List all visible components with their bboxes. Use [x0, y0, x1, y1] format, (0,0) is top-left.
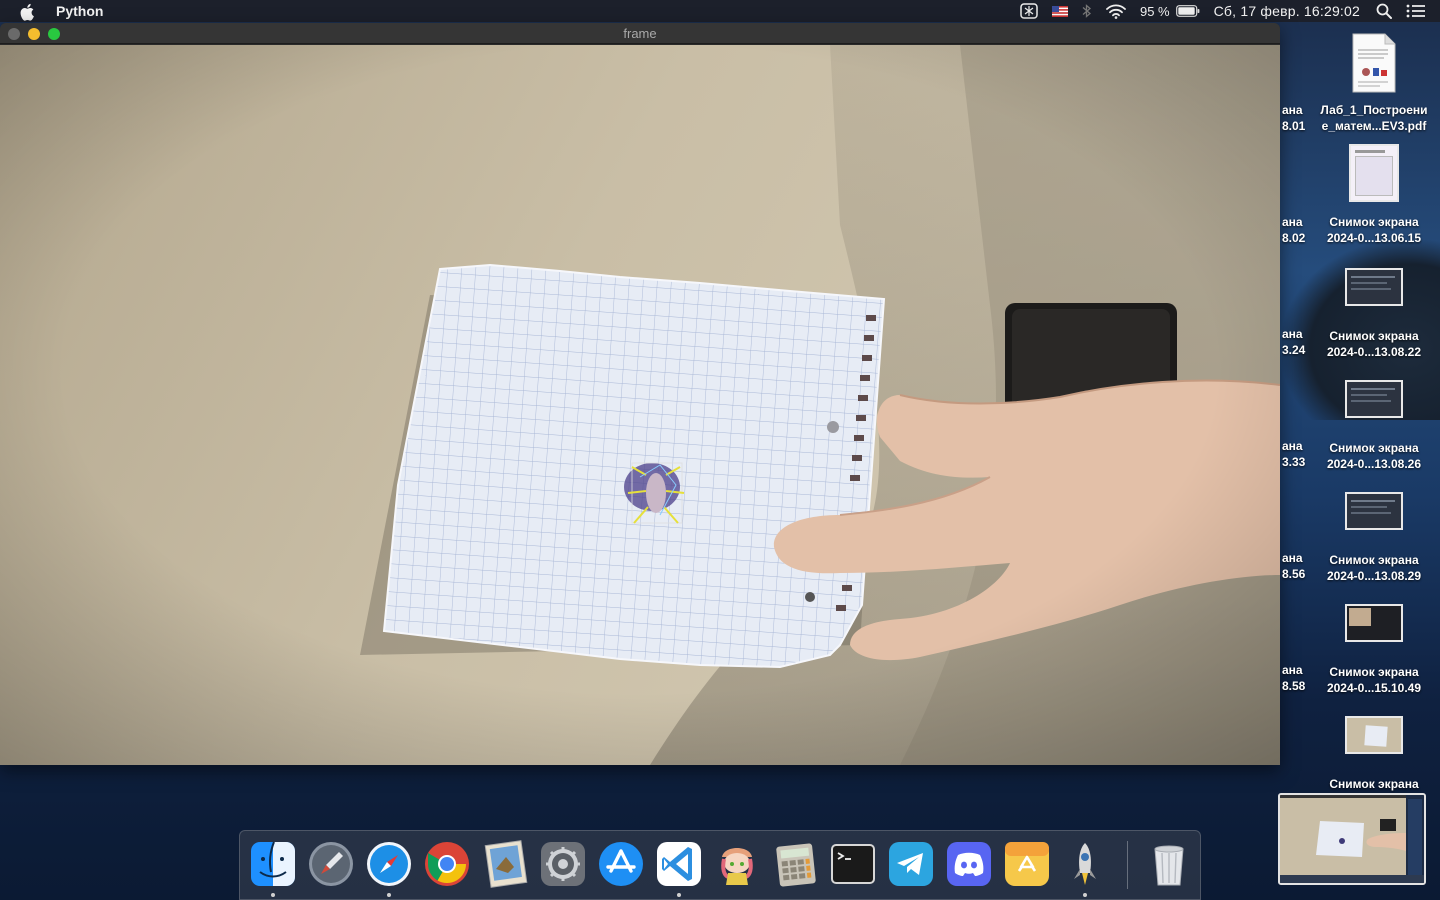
- dock-discord[interactable]: [944, 839, 994, 889]
- battery-percent[interactable]: 95 %: [1140, 4, 1170, 19]
- dock-safari[interactable]: [364, 839, 414, 897]
- dock-recycle-utility[interactable]: [1002, 839, 1052, 889]
- menu-clock[interactable]: Сб, 17 февр. 16:29:02: [1214, 3, 1360, 19]
- dock: [239, 830, 1201, 900]
- running-indicator: [271, 893, 275, 897]
- desktop-file-pdf[interactable]: Лаб_1_Построени е_матем...EV3.pdf: [1311, 32, 1437, 134]
- safari-icon: [367, 842, 411, 886]
- terminal-icon: [831, 844, 875, 884]
- camera-frame: [0, 45, 1280, 765]
- window-controls: [8, 28, 68, 40]
- dock-vscode[interactable]: [654, 839, 704, 897]
- menu-bar: Python 95 % Сб, 17 февр. 16:29:02: [0, 0, 1440, 22]
- spotlight-search-icon[interactable]: [1376, 3, 1392, 19]
- trash-icon: [1154, 845, 1184, 886]
- active-app-name[interactable]: Python: [56, 3, 103, 19]
- desktop-cut-label: ана 8.02: [1282, 215, 1306, 245]
- desktop-file-label: Лаб_1_Построени е_матем...EV3.pdf: [1320, 103, 1428, 133]
- dock-separator: [1127, 841, 1128, 889]
- running-indicator: [387, 893, 391, 897]
- gear-icon: [541, 842, 585, 886]
- dock-trash[interactable]: [1144, 839, 1194, 889]
- close-button[interactable]: [8, 28, 20, 40]
- screen-capture-icon[interactable]: [1020, 3, 1038, 19]
- desktop-file-label: Снимок экрана 2024-0...13.08.26: [1326, 441, 1422, 471]
- preview-app-icon: [484, 840, 528, 888]
- recycle-icon: [1005, 842, 1049, 886]
- minimize-button[interactable]: [28, 28, 40, 40]
- desktop-file-label: Снимок экрана 2024-0...15.10.49: [1326, 665, 1422, 695]
- dock-finder[interactable]: [248, 839, 298, 897]
- finder-icon: [251, 841, 295, 886]
- running-indicator: [1083, 893, 1087, 897]
- desktop-file-screenshot[interactable]: Снимок экрана: [1311, 716, 1437, 792]
- telegram-icon: [889, 842, 933, 886]
- chrome-icon: [425, 842, 469, 886]
- desktop-file-label: Снимок экрана 2024-0...13.08.22: [1326, 329, 1422, 359]
- dock-system-preferences[interactable]: [538, 839, 588, 889]
- screenshot-thumbnail: [1345, 604, 1403, 642]
- window-title: frame: [623, 25, 657, 41]
- desktop-file-screenshot[interactable]: Снимок экрана 2024-0...13.08.22: [1311, 268, 1437, 360]
- dock-python-launcher[interactable]: [1060, 839, 1110, 897]
- dock-telegram[interactable]: [886, 839, 936, 889]
- battery-icon[interactable]: [1175, 5, 1200, 17]
- desktop-cut-label: ана 3.33: [1282, 439, 1306, 469]
- dock-anime-character[interactable]: [712, 839, 762, 889]
- screenshot-thumbnail: [1345, 268, 1403, 306]
- apple-icon[interactable]: [20, 3, 40, 21]
- screenshot-thumbnail: [1345, 716, 1403, 754]
- desktop-cut-label: ана 3.24: [1282, 327, 1306, 357]
- desktop-file-screenshot[interactable]: Снимок экрана 2024-0...13.06.15: [1311, 144, 1437, 246]
- us-flag-icon[interactable]: [1051, 5, 1068, 17]
- screenshot-thumbnail: [1349, 144, 1399, 202]
- camera-image: [0, 45, 1280, 765]
- desktop-cut-label: ана 8.01: [1282, 103, 1306, 133]
- desktop-file-screenshot[interactable]: Снимок экрана 2024-0...15.10.49: [1311, 604, 1437, 696]
- screenshot-preview-popup[interactable]: [1278, 793, 1426, 885]
- control-center-icon[interactable]: [1406, 4, 1426, 18]
- desktop-file-label: Снимок экрана 2024-0...13.06.15: [1326, 215, 1422, 245]
- desktop-file-label: Снимок экрана 2024-0...13.08.29: [1326, 553, 1422, 583]
- desktop-file-label: Снимок экрана: [1329, 777, 1419, 791]
- window-titlebar[interactable]: frame: [0, 23, 1280, 44]
- anime-character-icon: [721, 848, 753, 885]
- dock-chrome[interactable]: [422, 839, 472, 889]
- preview-image: [1280, 795, 1424, 883]
- desktop-file-screenshot[interactable]: Снимок экрана 2024-0...13.08.29: [1311, 492, 1437, 584]
- dock-preview[interactable]: [480, 839, 530, 889]
- dock-calculator[interactable]: [770, 839, 820, 889]
- bluetooth-icon[interactable]: [1082, 3, 1092, 19]
- vscode-icon: [657, 842, 701, 886]
- pdf-file-icon: [1352, 33, 1396, 93]
- wifi-icon[interactable]: [1106, 4, 1126, 19]
- discord-icon: [947, 842, 991, 886]
- dock-app-store[interactable]: [596, 839, 646, 889]
- app-store-icon: [599, 842, 643, 886]
- dock-terminal[interactable]: [828, 839, 878, 889]
- launchpad-icon: [309, 842, 353, 886]
- frame-window[interactable]: frame: [0, 23, 1280, 765]
- running-indicator: [677, 893, 681, 897]
- screenshot-thumbnail: [1345, 492, 1403, 530]
- maximize-button[interactable]: [48, 28, 60, 40]
- dock-launchpad[interactable]: [306, 839, 356, 889]
- desktop-cut-label: ана 8.58: [1282, 663, 1306, 693]
- screenshot-thumbnail: [1345, 380, 1403, 418]
- desktop-file-screenshot[interactable]: Снимок экрана 2024-0...13.08.26: [1311, 380, 1437, 472]
- calculator-icon: [776, 843, 816, 887]
- python-rocket-icon: [1074, 843, 1096, 885]
- desktop-cut-label: ана 8.56: [1282, 551, 1306, 581]
